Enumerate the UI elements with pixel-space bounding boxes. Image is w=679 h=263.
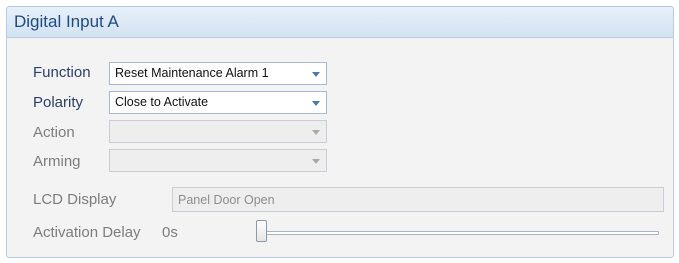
- function-label: Function: [33, 64, 91, 81]
- polarity-label: Polarity: [33, 94, 84, 111]
- lcd-display-field: Panel Door Open: [172, 187, 664, 212]
- activation-delay-slider-thumb[interactable]: [256, 220, 267, 242]
- polarity-value: Close to Activate: [115, 95, 209, 109]
- panel-header: Digital Input A: [7, 7, 673, 38]
- activation-delay-value: 0s: [162, 224, 178, 241]
- panel-title: Digital Input A: [14, 12, 119, 31]
- arming-label: Arming: [33, 153, 81, 170]
- chevron-down-icon[interactable]: [310, 98, 322, 108]
- lcd-display-label: LCD Display: [33, 191, 117, 208]
- function-value: Reset Maintenance Alarm 1: [115, 66, 269, 80]
- arming-dropdown: [109, 149, 327, 172]
- chevron-down-icon[interactable]: [310, 69, 322, 79]
- chevron-down-icon: [310, 156, 322, 166]
- activation-delay-slider-track[interactable]: [264, 231, 659, 235]
- activation-delay-label: Activation Delay: [33, 224, 141, 241]
- lcd-display-value: Panel Door Open: [178, 193, 275, 207]
- action-dropdown: [109, 120, 327, 143]
- function-dropdown[interactable]: Reset Maintenance Alarm 1: [109, 62, 327, 85]
- chevron-down-icon: [310, 127, 322, 137]
- polarity-dropdown[interactable]: Close to Activate: [109, 91, 327, 114]
- digital-input-panel: Digital Input A Function Reset Maintenan…: [6, 6, 674, 258]
- action-label: Action: [33, 124, 75, 141]
